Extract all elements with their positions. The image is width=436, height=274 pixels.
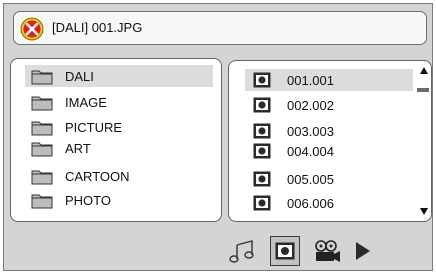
- file-item-003[interactable]: 003.003: [245, 120, 413, 142]
- file-item-002[interactable]: 002.002: [245, 94, 413, 116]
- folder-item-photo[interactable]: PHOTO: [25, 189, 213, 211]
- file-item-004[interactable]: 004.004: [245, 140, 413, 162]
- folder-icon: [31, 96, 53, 110]
- file-list: 001.001 002.002 003.003 004.004 005.005 …: [228, 60, 432, 222]
- photo-icon: [253, 72, 271, 88]
- movie-projector-icon[interactable]: [310, 237, 342, 265]
- file-item-006[interactable]: 006.006: [245, 192, 413, 214]
- photo-icon: [253, 195, 271, 211]
- scroll-up-arrow-icon[interactable]: [418, 65, 430, 77]
- photo-icon: [253, 97, 271, 113]
- photo-icon: [275, 242, 295, 260]
- folder-label: CARTOON: [65, 168, 130, 184]
- folder-icon: [31, 70, 53, 84]
- folder-icon: [31, 142, 53, 156]
- media-browser-window: [DALI] 001.JPG DALI IMAGE PICTURE ART CA…: [3, 3, 433, 271]
- file-label: 002.002: [287, 97, 334, 113]
- folder-label: PICTURE: [65, 119, 123, 135]
- scroll-down-arrow-icon[interactable]: [418, 205, 430, 217]
- folder-icon: [31, 121, 53, 135]
- folder-label: DALI: [65, 68, 94, 84]
- folder-item-art[interactable]: ART: [25, 137, 213, 159]
- file-item-005[interactable]: 005.005: [245, 168, 413, 190]
- folder-item-cartoon[interactable]: CARTOON: [25, 165, 213, 187]
- photo-icon: [253, 171, 271, 187]
- file-label: 006.006: [287, 195, 334, 211]
- file-label: 005.005: [287, 171, 334, 187]
- no-symbol-icon: [20, 17, 44, 41]
- folder-icon: [31, 170, 53, 184]
- file-label: 001.001: [287, 72, 334, 88]
- current-file-title: [DALI] 001.JPG: [52, 20, 143, 35]
- folder-label: ART: [65, 140, 91, 156]
- folder-label: PHOTO: [65, 192, 111, 208]
- photo-icon: [253, 123, 271, 139]
- folder-icon: [31, 194, 53, 208]
- folder-item-image[interactable]: IMAGE: [25, 91, 213, 113]
- title-bar: [DALI] 001.JPG: [13, 11, 427, 45]
- file-label: 004.004: [287, 143, 334, 159]
- music-note-icon[interactable]: [228, 237, 256, 265]
- folder-label: IMAGE: [65, 94, 107, 110]
- folder-item-dali[interactable]: DALI: [25, 65, 213, 87]
- scrollbar-thumb[interactable]: [417, 88, 429, 92]
- folder-list: DALI IMAGE PICTURE ART CARTOON PHOTO: [10, 58, 222, 222]
- file-label: 003.003: [287, 123, 334, 139]
- file-item-001[interactable]: 001.001: [245, 69, 413, 91]
- play-icon[interactable]: [348, 237, 376, 265]
- photo-icon: [253, 143, 271, 159]
- folder-item-picture[interactable]: PICTURE: [25, 116, 213, 138]
- photo-mode-button[interactable]: [270, 236, 300, 266]
